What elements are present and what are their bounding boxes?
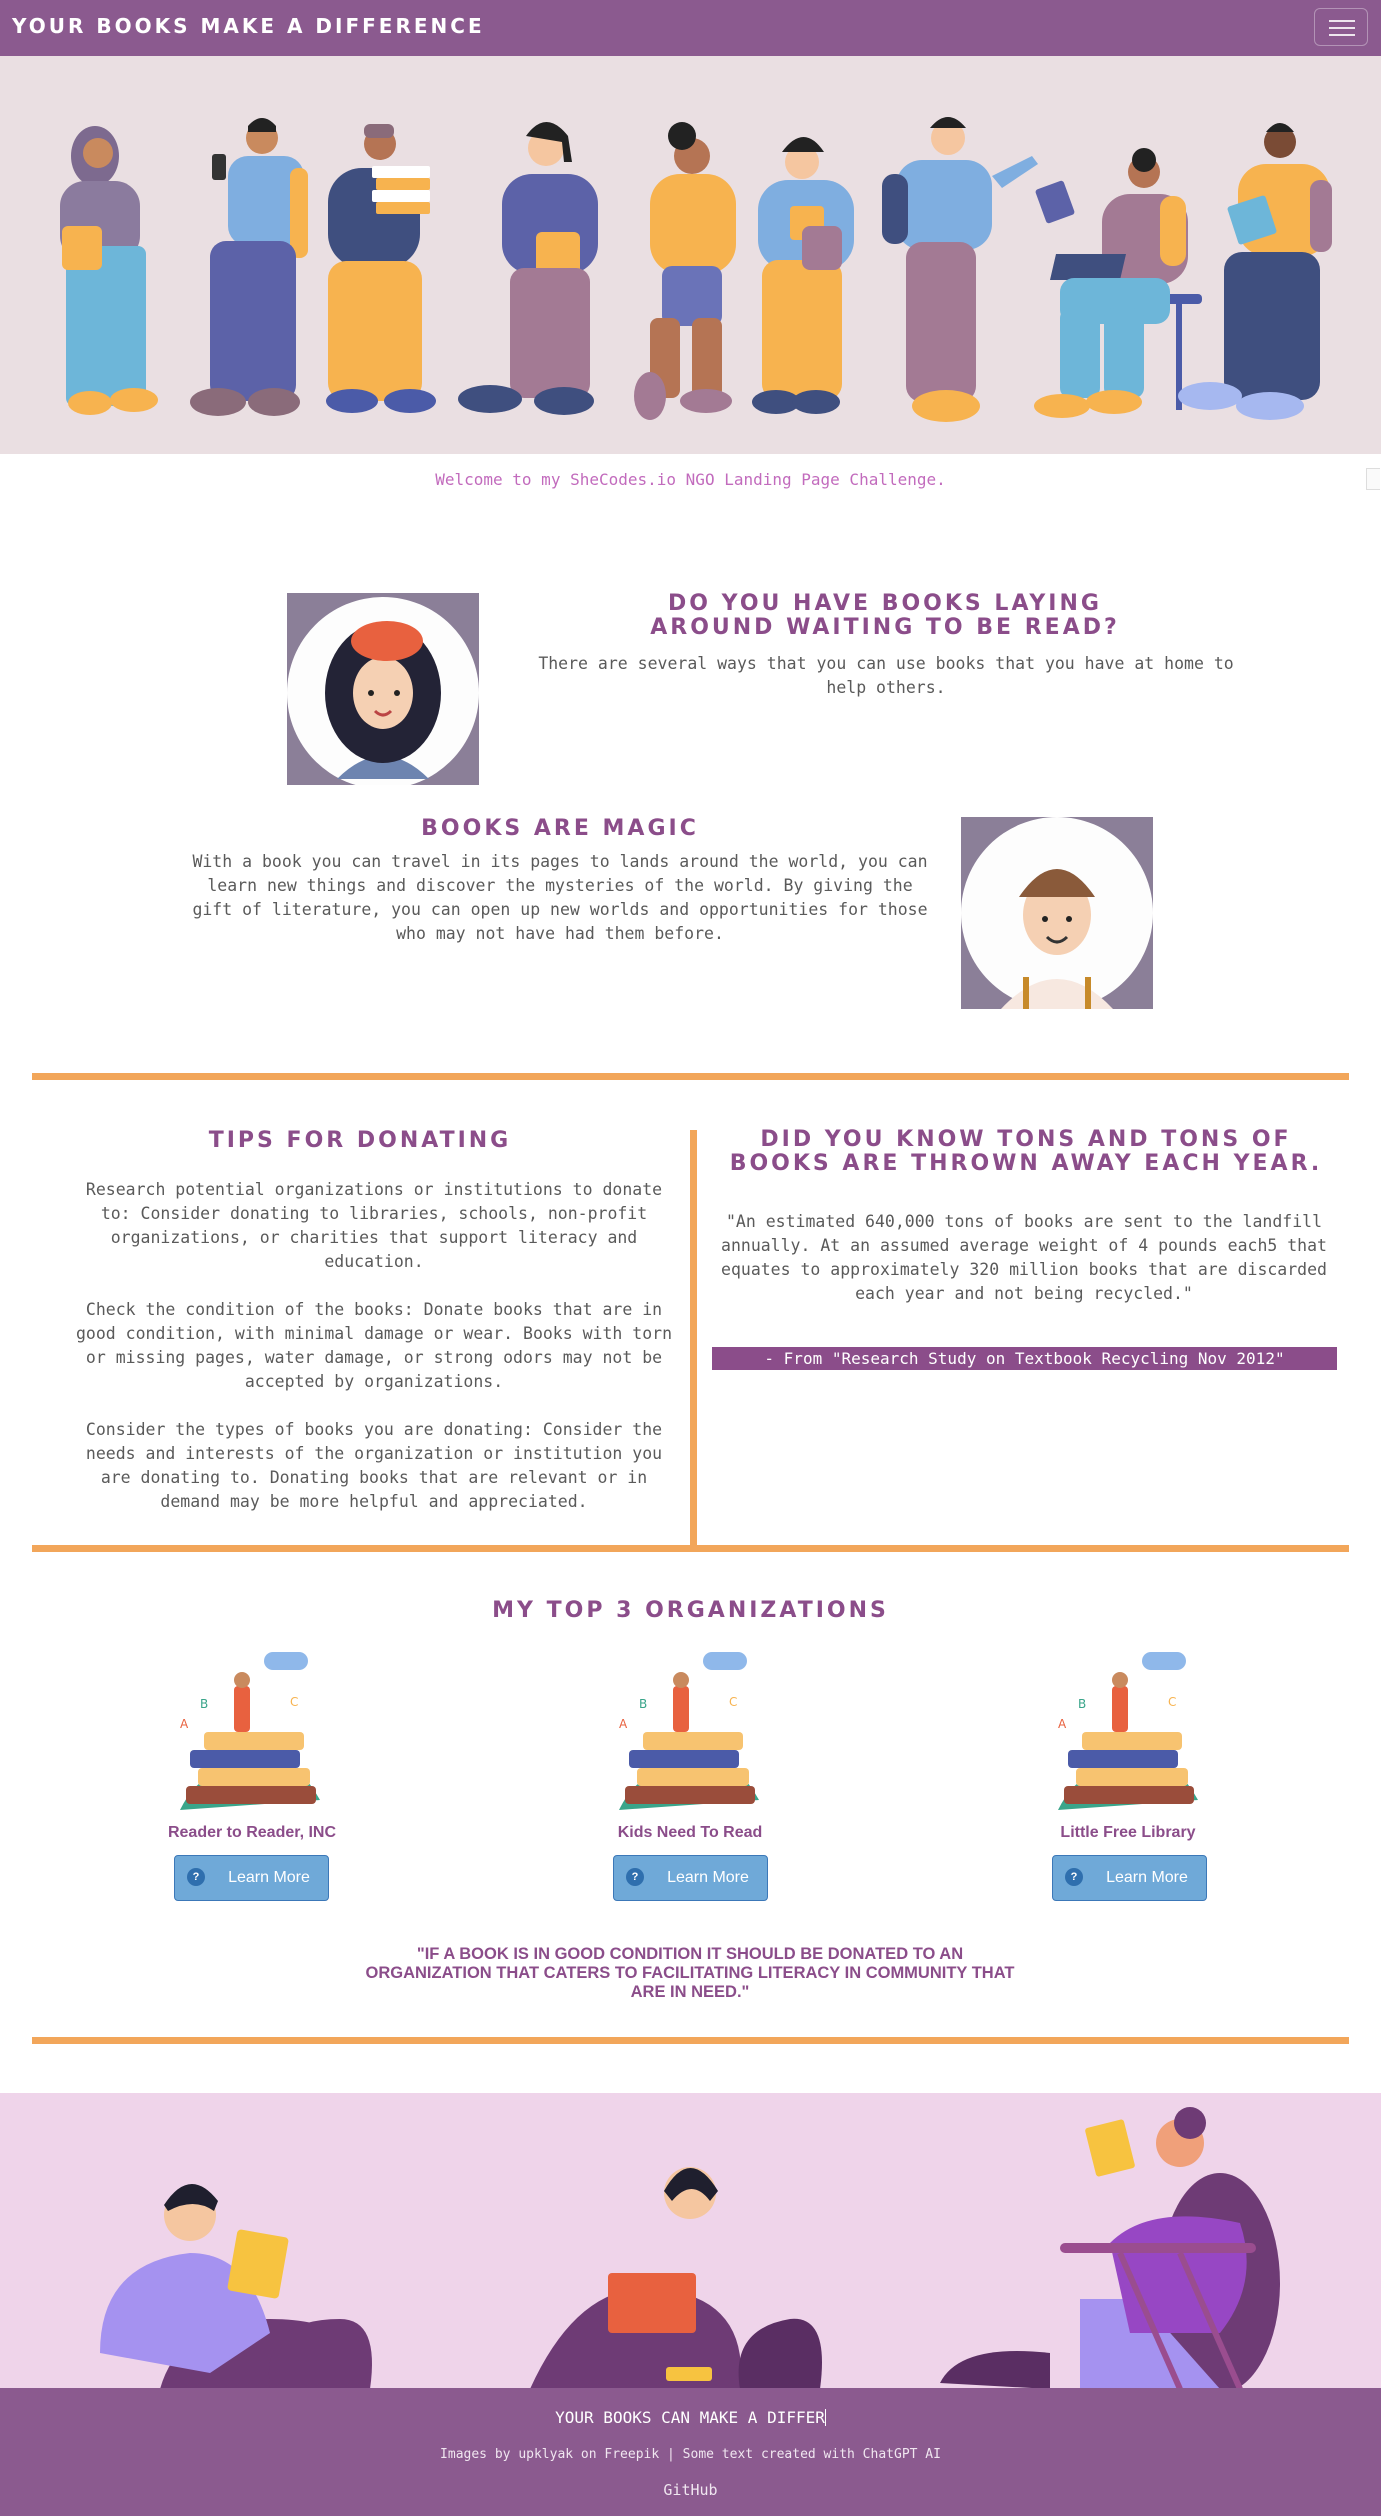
svg-text:A: A [1058, 1717, 1067, 1731]
hamburger-menu-icon[interactable] [1314, 8, 1368, 46]
svg-text:B: B [200, 1697, 208, 1711]
org-name: Little Free Library [1060, 1824, 1196, 1841]
fact-quote: "An estimated 640,000 tons of books are … [721, 1212, 1327, 1303]
student-figure [882, 117, 1038, 422]
tip-item: Check the condition of the books: Donate… [75, 1300, 673, 1391]
student-figure [1178, 123, 1332, 420]
svg-text:C: C [290, 1695, 298, 1709]
orgs-heading: MY TOP 3 ORGANIZATIONS [492, 1598, 889, 1623]
navbar-brand[interactable]: YOUR BOOKS MAKE A DIFFERENCE [12, 14, 485, 38]
section-text-magic: With a book you can travel in its pages … [192, 852, 928, 943]
books-stack-illustration: A C B [1038, 1650, 1223, 1810]
reader-figure [530, 2167, 822, 2389]
footer: YOUR BOOKS CAN MAKE A DIFFER Images by u… [0, 2388, 1381, 2516]
reader-figure [100, 2183, 372, 2389]
section-heading-magic: BOOKS ARE MAGIC [421, 816, 699, 841]
org-name: Reader to Reader, INC [167, 1824, 337, 1841]
closing-quote: "IF A BOOK IS IN GOOD CONDITION IT SHOUL… [365, 1945, 1015, 2001]
section-divider [32, 2037, 1349, 2044]
hero-illustration [0, 56, 1381, 454]
question-circle-icon: ? [626, 1868, 644, 1886]
books-stack-illustration: A C B [599, 1650, 784, 1810]
tip-item: Consider the types of books you are dona… [85, 1420, 663, 1511]
student-figure [1034, 148, 1202, 418]
man-avatar-image [961, 817, 1153, 1009]
learn-more-button[interactable]: ? Learn More [174, 1855, 329, 1901]
fact-source: - From "Research Study on Textbook Recyc… [712, 1347, 1337, 1370]
footer-title-text: YOUR BOOKS CAN MAKE A DIFFER [555, 2408, 825, 2427]
footer-title: YOUR BOOKS CAN MAKE A DIFFER [0, 2408, 1381, 2427]
reading-people-illustration [0, 2093, 1381, 2389]
student-figure [458, 122, 598, 415]
section-heading-books-laying: DO YOU HAVE BOOKS LAYING AROUND WAITING … [650, 591, 1120, 640]
student-figure [634, 122, 736, 420]
learn-more-button[interactable]: ? Learn More [613, 1855, 768, 1901]
question-circle-icon: ? [187, 1868, 205, 1886]
svg-text:A: A [180, 1717, 189, 1731]
student-figure [60, 126, 158, 415]
svg-text:C: C [729, 1695, 737, 1709]
tip-item: Research potential organizations or inst… [85, 1180, 663, 1271]
section-text-books-laying: There are several ways that you can use … [538, 654, 1234, 697]
org-name: Kids Need To Read [617, 1824, 763, 1841]
student-figure [326, 124, 436, 413]
section-divider [32, 1545, 1349, 1552]
section-divider [32, 1073, 1349, 1080]
svg-text:C: C [1168, 1695, 1176, 1709]
tips-heading: TIPS FOR DONATING [208, 1128, 512, 1153]
text-cursor [824, 2409, 826, 2426]
question-circle-icon: ? [1065, 1868, 1083, 1886]
student-figure [752, 137, 854, 414]
reader-figure [940, 2107, 1280, 2389]
fact-heading: DID YOU KNOW TONS AND TONS OF BOOKS ARE … [729, 1127, 1323, 1176]
welcome-text: Welcome to my SheCodes.io NGO Landing Pa… [435, 470, 946, 489]
scroll-indicator [1366, 468, 1380, 490]
student-figure [190, 118, 308, 416]
svg-text:A: A [619, 1717, 628, 1731]
woman-avatar-image [287, 593, 479, 785]
navbar: YOUR BOOKS MAKE A DIFFERENCE [0, 0, 1381, 56]
books-stack-illustration: A C B [160, 1650, 345, 1810]
svg-text:B: B [1078, 1697, 1086, 1711]
column-divider [690, 1130, 697, 1546]
learn-more-button[interactable]: ? Learn More [1052, 1855, 1207, 1901]
github-link[interactable]: GitHub [0, 2481, 1381, 2499]
svg-text:B: B [639, 1697, 647, 1711]
footer-credits[interactable]: Images by upklyak on Freepik | Some text… [0, 2447, 1381, 2462]
